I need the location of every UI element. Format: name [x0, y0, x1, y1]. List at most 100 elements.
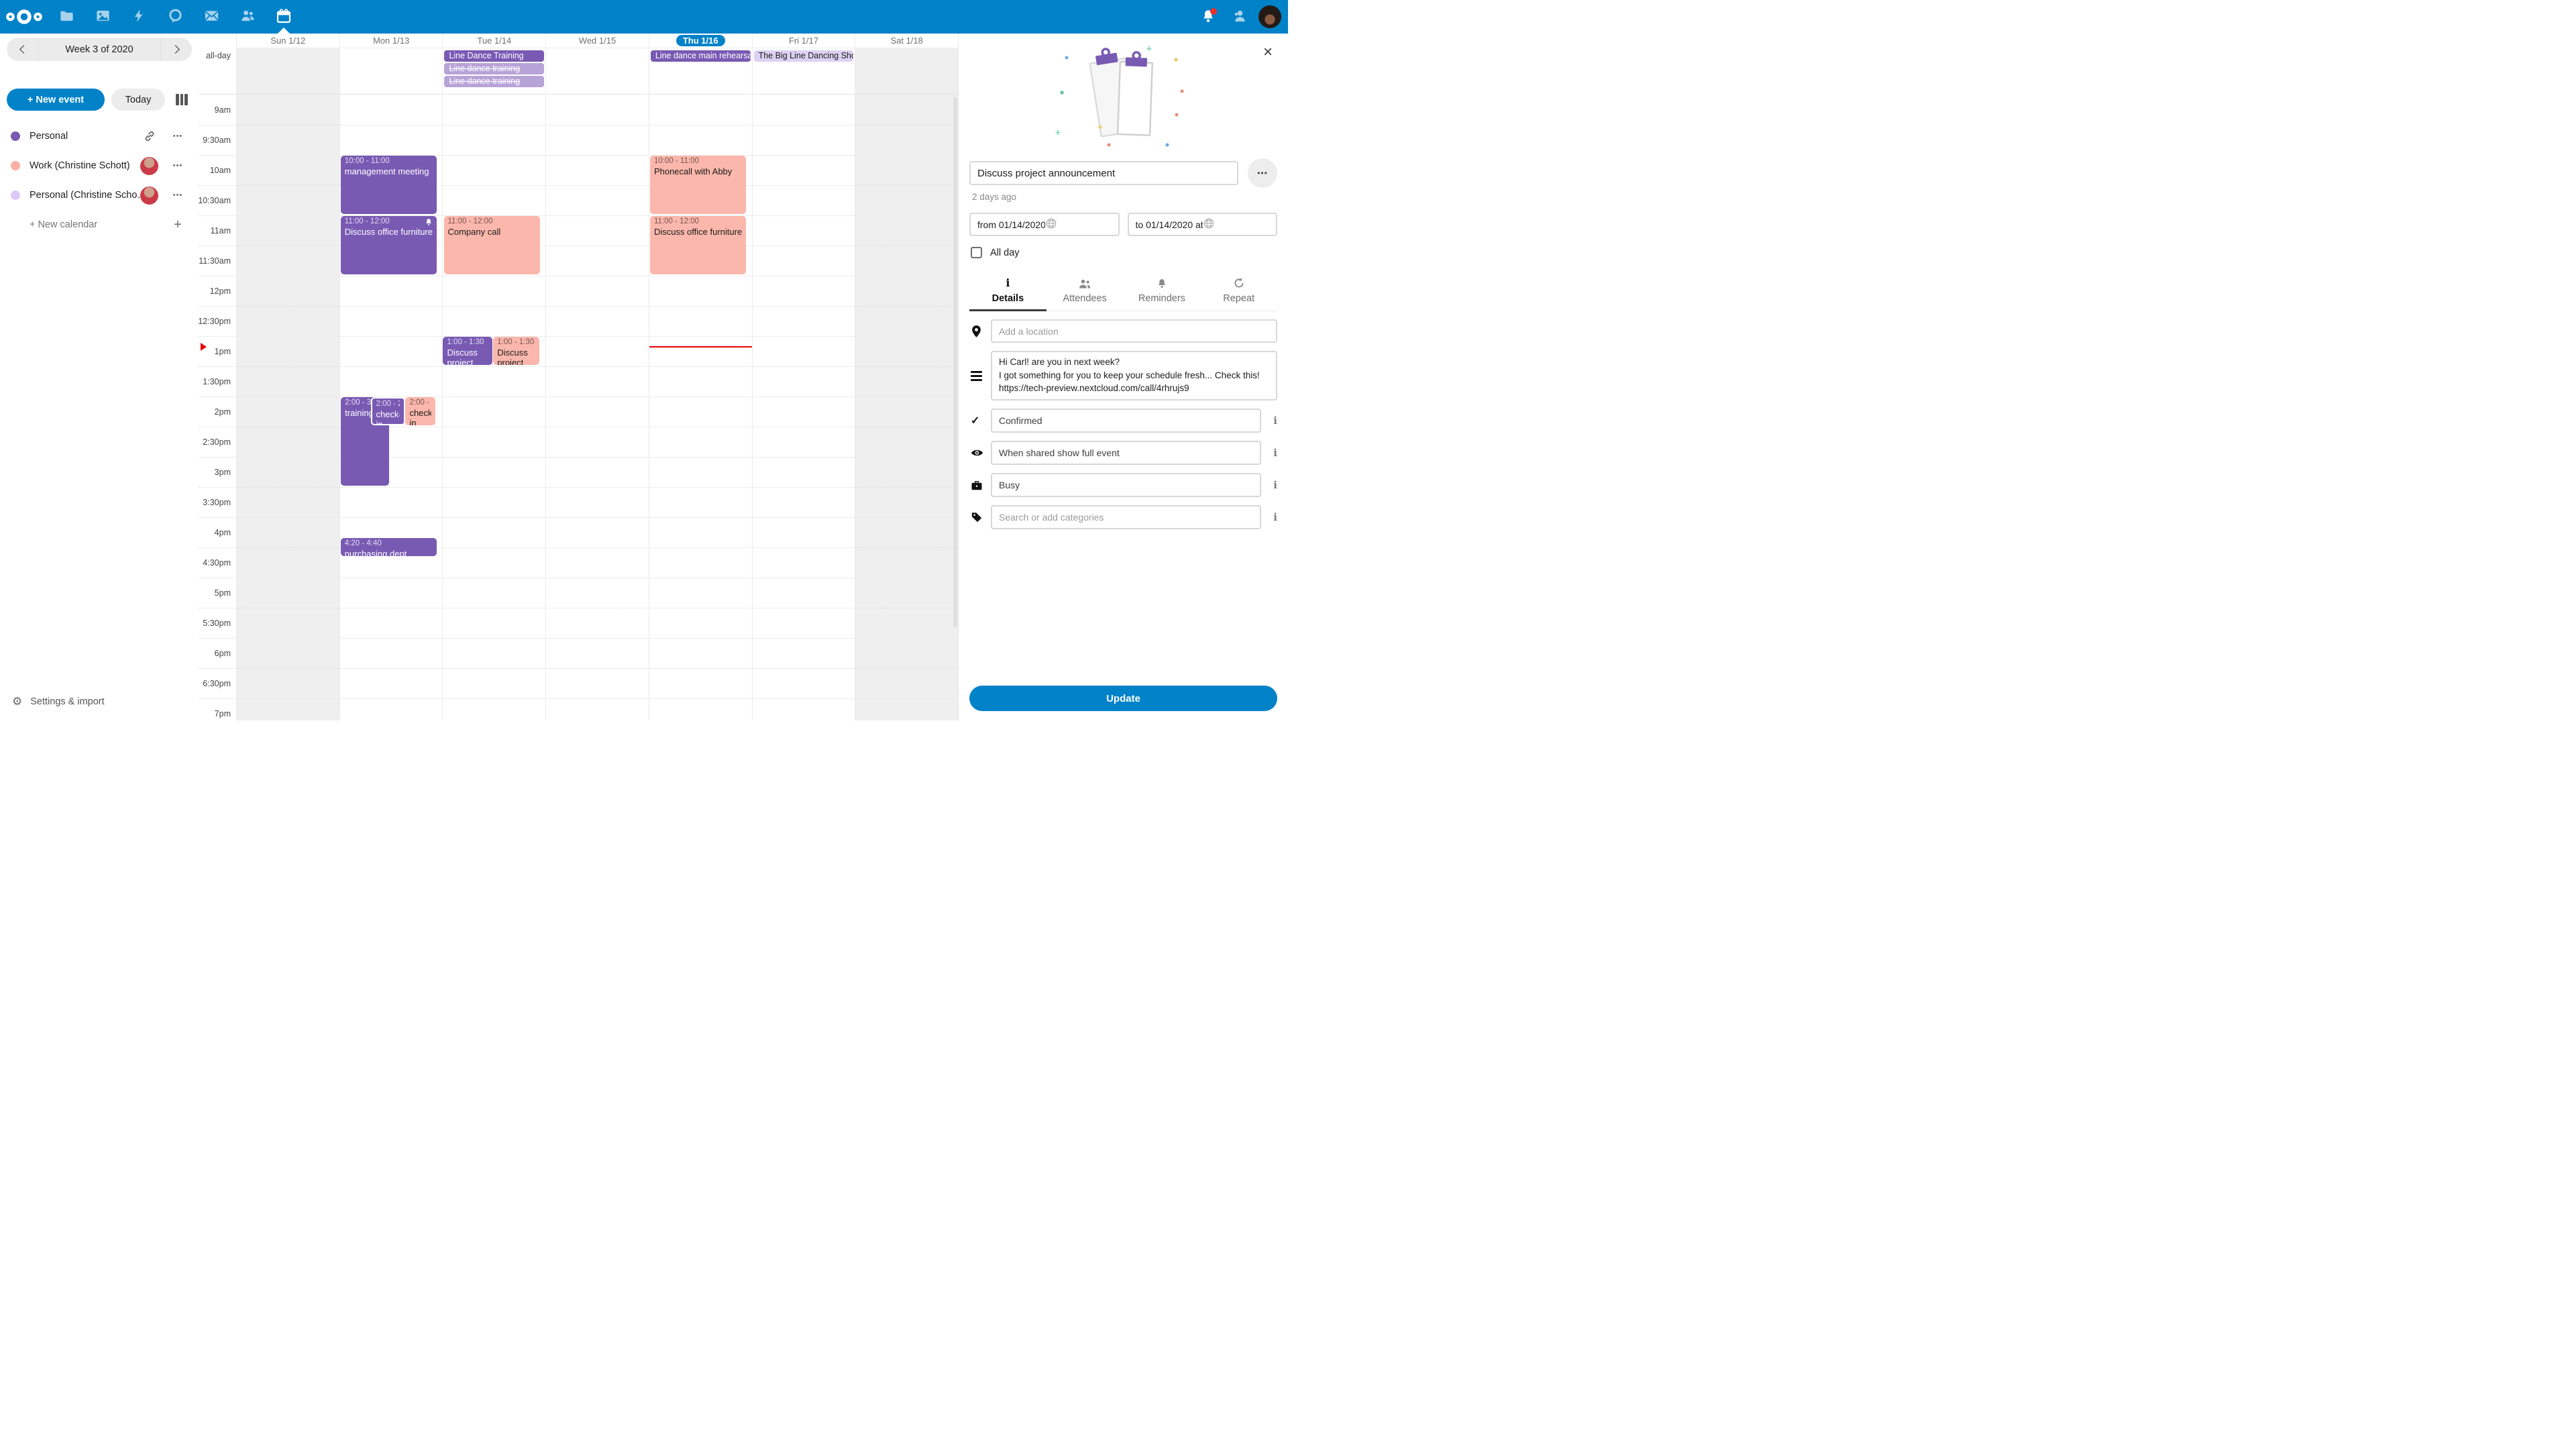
plus-icon[interactable]: +: [168, 217, 188, 233]
update-button[interactable]: Update: [969, 686, 1277, 711]
event-title-input[interactable]: [969, 161, 1238, 185]
day-grid-fri[interactable]: [753, 95, 855, 720]
mail-app-button[interactable]: [193, 0, 229, 34]
tab-reminders[interactable]: Reminders: [1124, 274, 1201, 311]
calendar-scrollbar[interactable]: [953, 97, 957, 627]
visibility-row: When shared show full event i: [969, 441, 1277, 465]
tab-details[interactable]: i Details: [969, 274, 1046, 311]
grid-slot: [237, 698, 339, 720]
day-grid-wed[interactable]: [546, 95, 649, 720]
event-chip[interactable]: 2:00 - 2:30check-in: [371, 397, 406, 425]
files-app-button[interactable]: [48, 0, 85, 34]
grid-slot: [340, 95, 443, 125]
time-label: 6:30pm: [199, 668, 236, 698]
grid-slot: [340, 125, 443, 155]
day-grid-sun[interactable]: [237, 95, 339, 720]
calendar-list-item[interactable]: Work (Christine Schott)•••: [7, 151, 192, 180]
description-textarea[interactable]: Hi Carl! are you in next week? I got som…: [991, 351, 1277, 401]
grid-slot: [753, 215, 855, 246]
calendar-app-button[interactable]: [266, 0, 302, 34]
event-chip[interactable]: 11:00 - 12:00Company call: [444, 216, 541, 274]
end-datetime-field[interactable]: to 01/14/2020 at 1:30 PM: [1128, 213, 1278, 236]
categories-info-icon[interactable]: i: [1273, 511, 1277, 523]
all-day-event[interactable]: Line Dance Training: [444, 50, 544, 62]
day-grid-mon[interactable]: 10:00 - 11:00management meeting11:00 - 1…: [340, 95, 443, 720]
all-day-event[interactable]: The Big Line Dancing Show: [754, 50, 854, 62]
nextcloud-logo-icon[interactable]: [0, 0, 48, 34]
event-chip[interactable]: 10:00 - 11:00management meeting: [341, 156, 437, 214]
all-day-event[interactable]: Line dance main rehearsal: [651, 50, 751, 62]
user-avatar[interactable]: [1258, 5, 1281, 28]
event-actions-button[interactable]: •••: [1248, 158, 1277, 188]
grid-slot: [855, 95, 958, 125]
categories-input[interactable]: [991, 505, 1261, 529]
grid-slot: [237, 638, 339, 668]
start-datetime-field[interactable]: from 01/14/2020 at 1:00 PM: [969, 213, 1120, 236]
new-event-button[interactable]: + New event: [7, 89, 105, 111]
time-label: 10am: [199, 155, 236, 185]
visibility-info-icon[interactable]: i: [1273, 447, 1277, 459]
time-label: 1pm: [199, 336, 236, 366]
tag-icon: [969, 511, 991, 523]
freebusy-info-icon[interactable]: i: [1273, 479, 1277, 491]
share-link-icon[interactable]: [140, 130, 158, 142]
contacts-menu-icon: [1232, 8, 1247, 25]
calendar-menu-button[interactable]: •••: [168, 132, 188, 140]
calendar-menu-button[interactable]: •••: [168, 162, 188, 170]
all-day-event[interactable]: Line dance training: [444, 76, 544, 87]
tab-repeat[interactable]: Repeat: [1200, 274, 1277, 311]
photos-app-button[interactable]: [85, 0, 121, 34]
event-time: 10:00 - 11:00: [345, 157, 433, 166]
grid-slot: [237, 336, 339, 366]
day-label: Tue 1/14: [477, 36, 511, 46]
activity-app-button[interactable]: [121, 0, 157, 34]
calendar-menu-button[interactable]: •••: [168, 191, 188, 199]
all-day-label: All day: [990, 248, 1020, 258]
grid-slot: [753, 185, 855, 215]
event-chip[interactable]: 1:00 - 1:30Discuss project announcement: [443, 337, 492, 365]
contacts-menu-button[interactable]: [1224, 0, 1254, 34]
new-calendar-item[interactable]: + New calendar+: [7, 210, 192, 239]
talk-app-button[interactable]: [157, 0, 193, 34]
grid-slot: [649, 396, 752, 427]
status-select[interactable]: Confirmed: [991, 409, 1261, 433]
event-chip[interactable]: 11:00 - 12:00Discuss office furniture: [650, 216, 747, 274]
freebusy-select[interactable]: Busy: [991, 473, 1261, 497]
close-editor-button[interactable]: ×: [1257, 42, 1279, 63]
event-chip[interactable]: 2:00 - 2:30check-in: [405, 397, 435, 425]
grid-slot: [546, 396, 649, 427]
view-toggle-button[interactable]: [172, 89, 192, 111]
all-day-checkbox[interactable]: [971, 247, 982, 258]
all-day-lane: [855, 48, 958, 95]
calendar-list-item[interactable]: Personal (Christine Scho…)•••: [7, 180, 192, 210]
location-input[interactable]: [991, 319, 1277, 343]
event-time: 11:00 - 12:00: [345, 217, 433, 226]
event-chip[interactable]: 4:20 - 4:40purchasing dept: [341, 538, 437, 556]
notifications-button[interactable]: [1193, 0, 1224, 34]
event-chip[interactable]: 1:00 - 1:30Discuss project: [493, 337, 539, 365]
all-day-row: All day: [971, 247, 1277, 258]
all-day-lane: Line dance main rehearsal: [649, 48, 752, 95]
grid-slot: [649, 578, 752, 608]
event-chip[interactable]: 10:00 - 11:00Phonecall with Abby: [650, 156, 747, 214]
status-info-icon[interactable]: i: [1273, 415, 1277, 427]
previous-week-button[interactable]: [7, 38, 38, 61]
calendar-list-item[interactable]: Personal•••: [7, 121, 192, 151]
next-week-button[interactable]: [161, 38, 192, 61]
grid-slot: [443, 185, 545, 215]
tab-attendees[interactable]: Attendees: [1046, 274, 1124, 311]
time-label: 4pm: [199, 517, 236, 547]
day-grid-sat[interactable]: [855, 95, 958, 720]
grid-slot: [649, 698, 752, 720]
event-chip[interactable]: 11:00 - 12:00Discuss office furniture: [341, 216, 437, 274]
day-grid-thu[interactable]: 10:00 - 11:00Phonecall with Abby11:00 - …: [649, 95, 752, 720]
day-column-sun: Sun 1/12: [236, 34, 339, 720]
contacts-app-button[interactable]: [229, 0, 266, 34]
visibility-select[interactable]: When shared show full event: [991, 441, 1261, 465]
today-button[interactable]: Today: [111, 89, 165, 111]
all-day-event[interactable]: Line dance training: [444, 63, 544, 74]
settings-import-button[interactable]: ⚙ Settings & import: [7, 690, 192, 714]
day-grid-tue[interactable]: 11:00 - 12:00Company call 1:00 - 1:30Disc…: [443, 95, 545, 720]
grid-slot: [237, 366, 339, 396]
bell-icon: [425, 218, 433, 226]
